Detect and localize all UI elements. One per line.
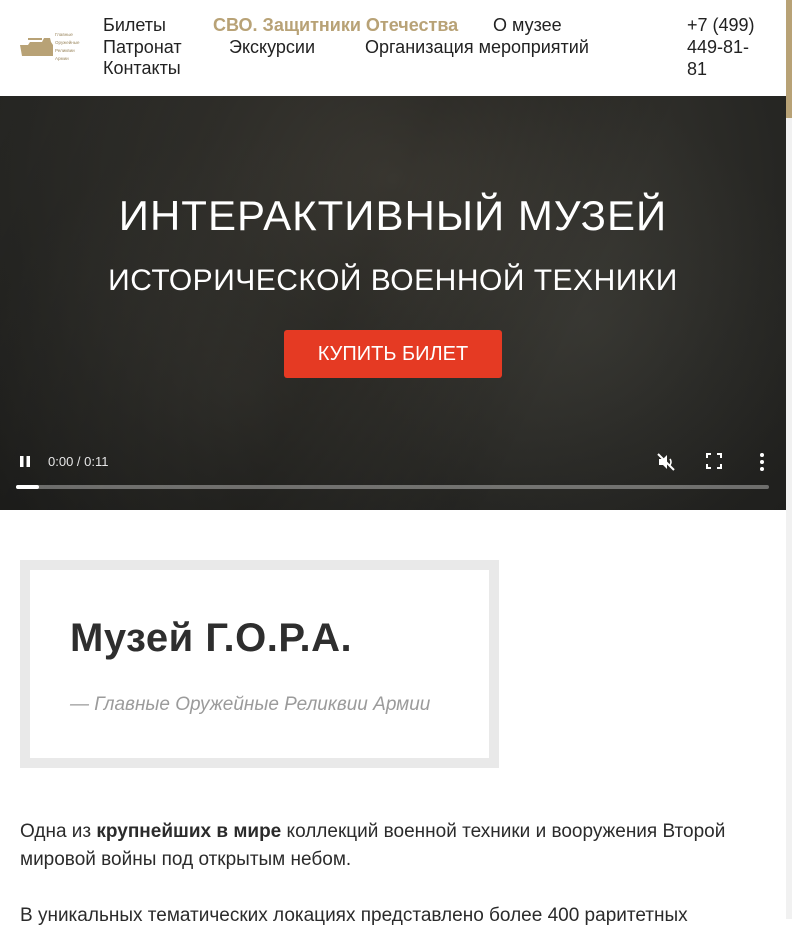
nav-tickets[interactable]: Билеты	[103, 14, 166, 36]
nav-patronage[interactable]: Патронат	[103, 36, 182, 58]
phone-line: +7 (499)	[687, 15, 755, 35]
museum-card-frame: Музей Г.О.Р.А. — Главные Оружейные Релик…	[20, 560, 499, 768]
intro-paragraph-2: В уникальных тематических локациях предс…	[20, 905, 688, 926]
video-time: 0:00 / 0:11	[48, 454, 109, 469]
phone-line: 449-81-	[687, 37, 750, 57]
nav-contacts[interactable]: Контакты	[103, 57, 181, 79]
video-progress-bar[interactable]	[16, 485, 769, 489]
hero-video[interactable]: ИНТЕРАКТИВНЫЙ МУЗЕЙ ИСТОРИЧЕСКОЙ ВОЕННОЙ…	[0, 96, 786, 510]
nav-events[interactable]: Организация мероприятий	[365, 36, 589, 58]
svg-text:Главные: Главные	[55, 32, 73, 37]
svg-text:Реликвии: Реликвии	[55, 48, 75, 53]
site-header: Главные Оружейные Реликвии Армии Билеты …	[0, 0, 786, 97]
video-progress-fill	[16, 485, 39, 489]
museum-subtitle: — Главные Оружейные Реликвии Армии	[70, 694, 431, 715]
phone-line: 81	[687, 59, 708, 79]
svg-text:Армии: Армии	[55, 56, 69, 61]
hero-title: ИНТЕРАКТИВНЫЙ МУЗЕЙ	[118, 192, 668, 239]
more-options-icon[interactable]	[758, 452, 766, 472]
nav-svo[interactable]: СВО. Защитники Отечества	[213, 14, 458, 36]
pause-icon[interactable]	[18, 454, 32, 470]
video-controls: 0:00 / 0:11	[0, 442, 786, 510]
nav-excursions[interactable]: Экскурсии	[229, 36, 315, 58]
hero-subtitle: ИСТОРИЧЕСКОЙ ВОЕННОЙ ТЕХНИКИ	[108, 264, 678, 297]
museum-card: Музей Г.О.Р.А. — Главные Оружейные Релик…	[30, 570, 489, 758]
nav-about[interactable]: О музее	[493, 14, 562, 36]
scrollbar-track[interactable]	[786, 0, 792, 919]
phone-number[interactable]: +7 (499) 449-81- 81	[687, 14, 767, 80]
fullscreen-icon[interactable]	[706, 453, 722, 469]
buy-ticket-button[interactable]: КУПИТЬ БИЛЕТ	[284, 330, 502, 378]
scrollbar-thumb[interactable]	[786, 0, 792, 118]
museum-title: Музей Г.О.Р.А.	[70, 616, 353, 660]
muted-volume-icon[interactable]	[656, 452, 676, 472]
intro-text: Одна из	[20, 821, 97, 842]
intro-paragraph: Одна из крупнейших в мире коллекций воен…	[20, 818, 770, 874]
svg-text:Оружейные: Оружейные	[55, 39, 80, 45]
museum-logo[interactable]: Главные Оружейные Реликвии Армии	[20, 32, 82, 62]
intro-highlight: крупнейших в мире	[96, 821, 282, 842]
